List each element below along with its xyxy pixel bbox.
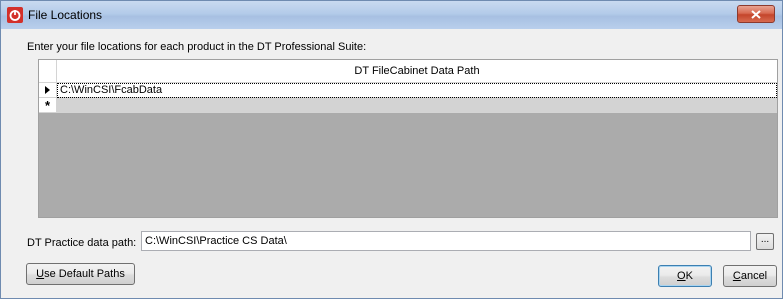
grid-cell-filecabinet-path[interactable]: C:\WinCSI\FcabData — [57, 83, 777, 98]
title-bar[interactable]: File Locations — [1, 1, 782, 29]
cancel-label: ancel — [740, 270, 768, 282]
close-button[interactable] — [737, 5, 775, 23]
practice-path-label: DT Practice data path: — [27, 237, 137, 249]
cancel-button[interactable]: Cancel — [723, 265, 777, 287]
new-row-marker: * — [44, 97, 51, 113]
ok-mnemonic: O — [677, 270, 686, 282]
ok-button[interactable]: OK — [658, 265, 712, 287]
grid-cell-new-row[interactable] — [57, 98, 777, 113]
close-icon — [751, 9, 761, 19]
instruction-text: Enter your file locations for each produ… — [27, 41, 367, 53]
window-title: File Locations — [28, 8, 103, 22]
browse-button[interactable]: ... — [756, 233, 774, 250]
cancel-mnemonic: C — [732, 270, 741, 282]
app-logo-icon — [7, 7, 23, 23]
row-pointer-icon — [45, 86, 50, 94]
ok-label: K — [685, 270, 693, 282]
use-default-paths-button[interactable]: Use Default Paths — [26, 263, 135, 285]
row-header-new[interactable]: * — [39, 98, 57, 113]
default-paths-label: se Default Paths — [44, 268, 125, 280]
file-locations-grid[interactable]: DT FileCabinet Data Path C:\WinCSI\FcabD… — [38, 59, 778, 218]
grid-corner-cell — [39, 60, 57, 83]
default-paths-mnemonic: U — [36, 268, 45, 280]
row-header-current[interactable] — [39, 83, 57, 98]
practice-path-input[interactable] — [141, 231, 751, 251]
grid-column-header[interactable]: DT FileCabinet Data Path — [57, 60, 777, 83]
